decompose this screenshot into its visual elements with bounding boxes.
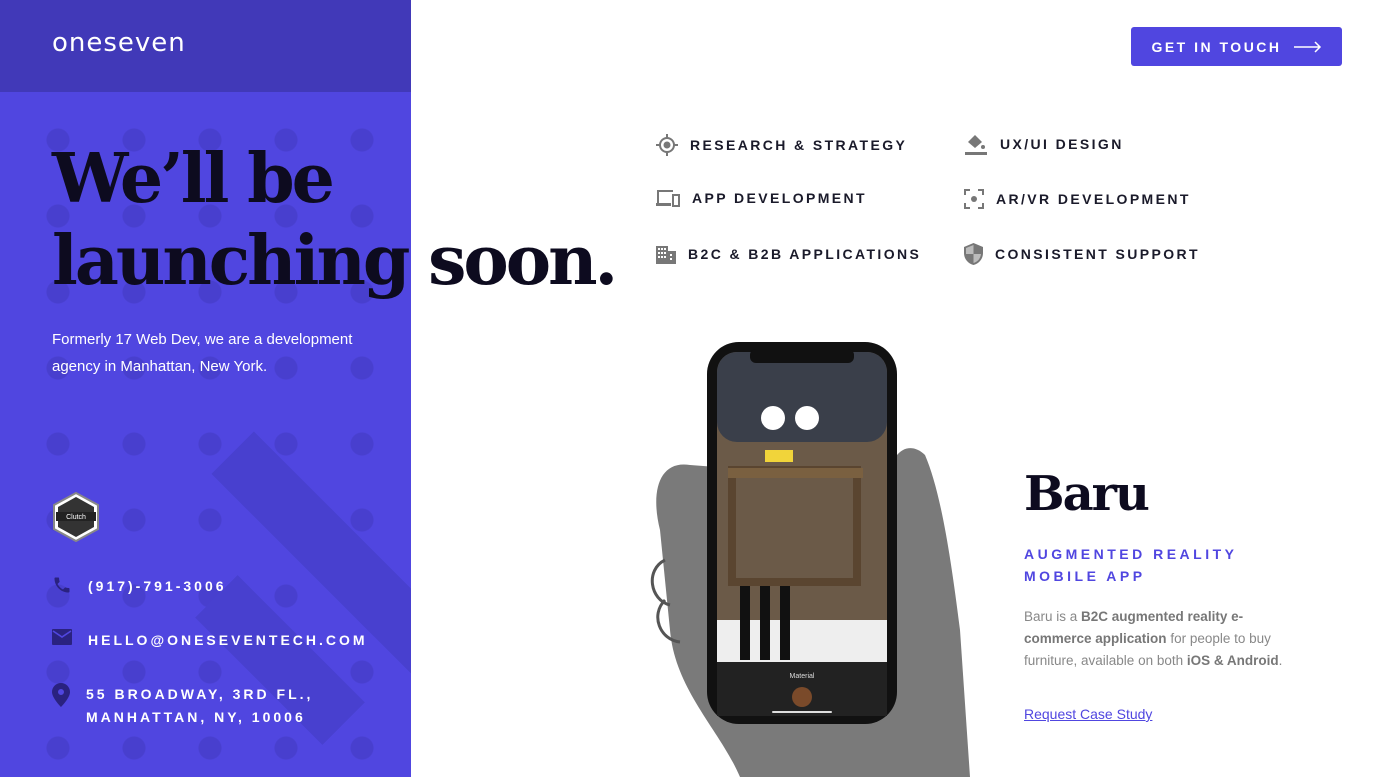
- desc-part: Baru is a: [1024, 609, 1082, 624]
- phone-contact[interactable]: (917)-791-3006: [52, 575, 227, 598]
- service-label: AR/VR DEVELOPMENT: [996, 191, 1191, 207]
- service-label: UX/UI DESIGN: [1000, 136, 1124, 152]
- title-line2: launching soon.: [52, 221, 618, 301]
- paint-bucket-icon: [965, 135, 987, 155]
- left-panel: oneseven Formerly 17 Web Dev, we are a d…: [0, 0, 411, 777]
- subtitle-line1: AUGMENTED REALITY: [1024, 546, 1238, 562]
- phone-material-label: Material: [790, 673, 815, 680]
- service-label: B2C & B2B APPLICATIONS: [688, 246, 922, 262]
- building-icon: [656, 246, 676, 264]
- service-b2c-b2b: B2C & B2B APPLICATIONS: [656, 244, 921, 264]
- address-line1: 55 BROADWAY, 3RD FL.,: [86, 686, 314, 702]
- devices-icon: [656, 190, 680, 207]
- service-app-dev: APP DEVELOPMENT: [656, 189, 867, 207]
- email-contact[interactable]: HELLO@ONESEVENTECH.COM: [52, 629, 368, 652]
- logo[interactable]: oneseven: [52, 28, 186, 58]
- service-support: CONSISTENT SUPPORT: [964, 243, 1200, 265]
- service-research: RESEARCH & STRATEGY: [656, 134, 907, 156]
- service-label: APP DEVELOPMENT: [692, 190, 867, 206]
- get-in-touch-button[interactable]: GET IN TOUCH: [1131, 27, 1342, 66]
- project-description: Baru is a B2C augmented reality e-commer…: [1024, 606, 1284, 672]
- service-label: CONSISTENT SUPPORT: [995, 246, 1200, 262]
- intro-text: Formerly 17 Web Dev, we are a developmen…: [52, 331, 353, 375]
- address-contact: 55 BROADWAY, 3RD FL., MANHATTAN, NY, 1000…: [52, 683, 313, 729]
- request-case-study-link[interactable]: Request Case Study: [1024, 706, 1152, 722]
- desc-part: .: [1278, 653, 1283, 668]
- focus-icon: [964, 189, 984, 209]
- project-subtitle: AUGMENTED REALITY MOBILE APP: [1024, 543, 1238, 587]
- header-bar: oneseven: [0, 0, 411, 92]
- service-uxui: UX/UI DESIGN: [964, 132, 1124, 156]
- target-icon: [656, 134, 678, 156]
- title-line1: We’ll be: [52, 139, 335, 219]
- mail-icon: [52, 629, 72, 645]
- arrow-right-icon: [1293, 40, 1321, 53]
- clutch-badge: Clutch: [53, 492, 99, 542]
- email-address: HELLO@ONESEVENTECH.COM: [88, 632, 368, 648]
- page-title: We’ll be launching soon.: [52, 138, 618, 302]
- location-pin-icon: [52, 683, 70, 707]
- subtitle-line2: MOBILE APP: [1024, 568, 1146, 584]
- service-arvr: AR/VR DEVELOPMENT: [964, 189, 1191, 209]
- cta-label: GET IN TOUCH: [1151, 38, 1282, 55]
- address-line2: MANHATTAN, NY, 10006: [86, 709, 306, 725]
- desc-bold: iOS & Android: [1186, 653, 1279, 668]
- phone-mockup-image: Material: [650, 342, 970, 777]
- shield-icon: [964, 243, 983, 265]
- phone-icon: [54, 577, 70, 593]
- clutch-badge-text: Clutch: [66, 514, 86, 521]
- service-label: RESEARCH & STRATEGY: [690, 137, 908, 153]
- project-title: Baru: [1024, 466, 1150, 522]
- phone-number: (917)-791-3006: [88, 578, 227, 594]
